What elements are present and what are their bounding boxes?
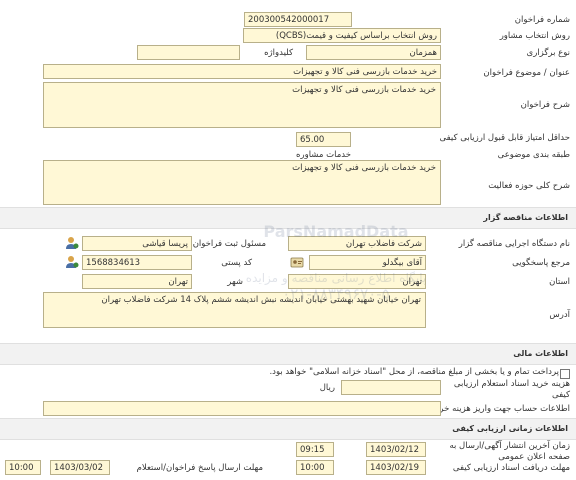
publish-date-field: 1403/02/12 bbox=[366, 442, 426, 457]
activity-label: شرح کلی حوزه فعالیت bbox=[488, 181, 570, 191]
category-value: خدمات مشاوره bbox=[296, 150, 351, 160]
org-name-field: شرکت فاضلاب تهران bbox=[288, 236, 426, 251]
min-score-label: حداقل امتیاز قابل قبول ارزیابی کیفی bbox=[439, 133, 570, 143]
account-field bbox=[43, 401, 441, 416]
holding-type-field: همزمان bbox=[306, 45, 441, 60]
province-field: تهران bbox=[288, 274, 426, 289]
currency-label: ریال bbox=[319, 383, 335, 393]
organizer-section-title: اطلاعات مناقصه گزار bbox=[483, 213, 568, 222]
send-date-field: 1403/03/02 bbox=[50, 460, 110, 475]
call-number-field: 200300542000017 bbox=[244, 12, 352, 27]
address-label: آدرس bbox=[549, 310, 570, 320]
consultant-method-label: روش انتخاب مشاور bbox=[499, 31, 570, 41]
keyword-field bbox=[137, 45, 240, 60]
send-time-field: 10:00 bbox=[5, 460, 41, 475]
registrar-label: مسئول ثبت فراخوان bbox=[192, 239, 266, 249]
category-label: طبقه بندی موضوعی bbox=[497, 150, 570, 160]
postal-code-label: کد پستی bbox=[221, 258, 252, 268]
doc-cost-label: هزینه خرید اسناد استعلام ارزیابی کیفی bbox=[453, 379, 570, 400]
account-label: اطلاعات حساب جهت واریز هزینه خرید bbox=[432, 404, 570, 414]
publish-time-field: 09:15 bbox=[296, 442, 334, 457]
organizer-section-header: اطلاعات مناقصه گزار bbox=[0, 207, 576, 229]
postal-code-field: 1568834613 bbox=[82, 255, 192, 270]
min-score-field: 65.00 bbox=[296, 132, 351, 147]
org-name-label: نام دستگاه اجرایی مناقصه گزار bbox=[458, 239, 570, 249]
user-icon[interactable] bbox=[65, 255, 79, 269]
financial-section-title: اطلاعات مالی bbox=[513, 349, 568, 358]
address-field: تهران خیابان شهید بهشتی خیابان اندیشه نب… bbox=[43, 292, 426, 328]
city-field: تهران bbox=[82, 274, 192, 289]
doc-cost-field bbox=[341, 380, 441, 395]
city-label: شهر bbox=[227, 277, 243, 287]
title-field: خرید خدمات بازرسی فنی کالا و تجهیزات bbox=[43, 64, 441, 79]
receive-label: مهلت دریافت اسناد ارزیابی کیفی bbox=[452, 463, 570, 473]
title-label: عنوان / موضوع فراخوان bbox=[483, 68, 570, 78]
timing-section-header: اطلاعات زمانی ارزیابی کیفی bbox=[0, 418, 576, 440]
timing-section-title: اطلاعات زمانی ارزیابی کیفی bbox=[452, 424, 568, 433]
province-label: استان bbox=[549, 277, 570, 287]
keyword-label: کلیدواژه bbox=[264, 48, 293, 58]
description-field: خرید خدمات بازرسی فنی کالا و تجهیزات bbox=[43, 82, 441, 128]
responder-label: مرجع پاسخگویی bbox=[512, 258, 570, 268]
receive-time-field: 10:00 bbox=[296, 460, 334, 475]
consultant-method-field: روش انتخاب براساس کیفیت و قیمت(QCBS) bbox=[243, 28, 441, 43]
publish-label: زمان آخرین انتشار آگهی/ارسال به صفحه اعل… bbox=[449, 441, 570, 462]
payment-note: پرداخت تمام و یا بخشی از مبلغ مناقصه، از… bbox=[269, 367, 559, 377]
financial-section-header: اطلاعات مالی bbox=[0, 343, 576, 365]
activity-field: خرید خدمات بازرسی فنی کالا و تجهیزات bbox=[43, 160, 441, 205]
receive-date-field: 1403/02/19 bbox=[366, 460, 426, 475]
holding-type-label: نوع برگزاری bbox=[526, 48, 570, 58]
payment-checkbox[interactable] bbox=[560, 369, 570, 379]
registrar-field: پریسا قیاشی bbox=[82, 236, 192, 251]
responder-field: آقای بیگدلو bbox=[309, 255, 426, 270]
description-label: شرح فراخوان bbox=[520, 100, 570, 110]
call-number-label: شماره فراخوان bbox=[514, 15, 570, 25]
user-icon[interactable] bbox=[65, 236, 79, 250]
send-label: مهلت ارسال پاسخ فراخوان/استعلام bbox=[136, 463, 263, 473]
contact-card-icon[interactable] bbox=[290, 255, 304, 269]
